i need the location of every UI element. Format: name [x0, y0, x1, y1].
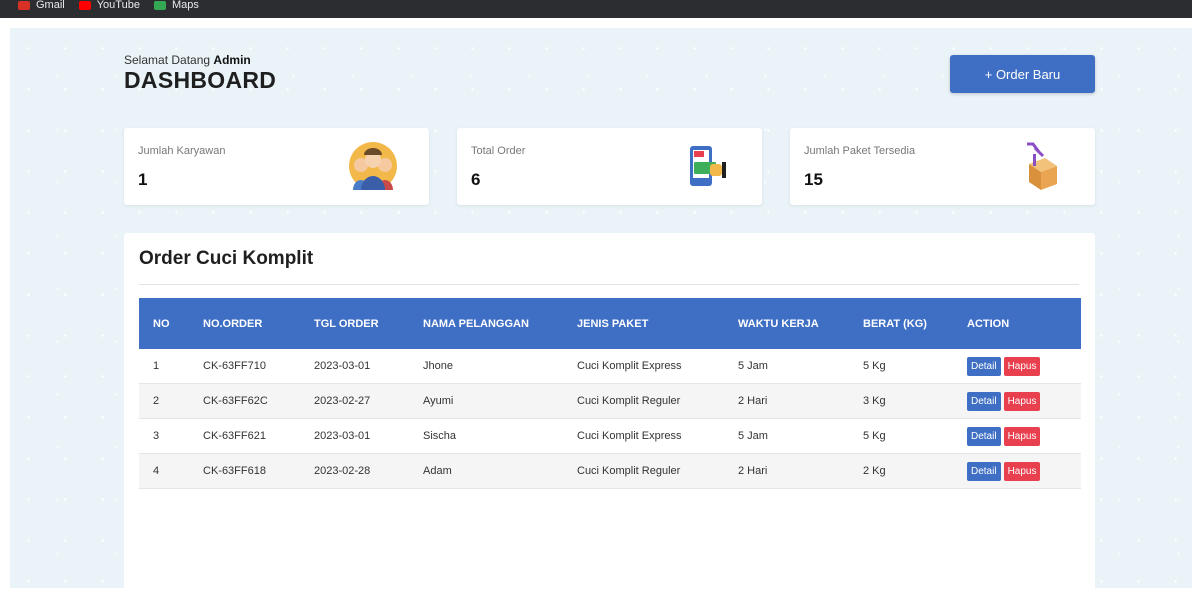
order-payment-icon	[690, 146, 726, 186]
delete-button[interactable]: Hapus	[1003, 356, 1041, 376]
cell-paket: Cuci Komplit Express	[563, 418, 724, 454]
welcome-prefix: Selamat Datang	[124, 53, 211, 67]
bookmark-label: Maps	[171, 0, 199, 11]
cell-order: CK-63FF618	[189, 453, 300, 489]
cell-action: Detail Hapus	[953, 349, 1081, 384]
cell-berat: 5 Kg	[849, 418, 953, 454]
bookmark-gmail[interactable]: Gmail	[18, 0, 65, 11]
cell-date: 2023-03-01	[300, 418, 409, 454]
table-row: 3 CK-63FF621 2023-03-01 Sischa Cuci Komp…	[139, 418, 1081, 454]
stat-label: Total Order	[471, 145, 526, 157]
table-row: 1 CK-63FF710 2023-03-01 Jhone Cuci Kompl…	[139, 349, 1081, 384]
cell-waktu: 5 Jam	[724, 349, 849, 384]
bookmark-youtube[interactable]: YouTube	[78, 0, 140, 11]
cell-action: Detail Hapus	[953, 418, 1081, 454]
cell-date: 2023-03-01	[300, 349, 409, 384]
orders-table: NO NO.ORDER TGL ORDER NAMA PELANGGAN JEN…	[139, 298, 1081, 489]
stat-value: 1	[138, 170, 148, 189]
new-order-button[interactable]: + Order Baru	[950, 55, 1095, 93]
cell-waktu: 2 Hari	[724, 453, 849, 489]
cell-name: Sischa	[409, 418, 563, 454]
column-header: NO.ORDER	[203, 317, 263, 330]
cell-order: CK-63FF621	[189, 418, 300, 454]
cell-action: Detail Hapus	[953, 453, 1081, 489]
column-header: NO	[153, 317, 170, 330]
cell-berat: 5 Kg	[849, 349, 953, 384]
delete-button[interactable]: Hapus	[1003, 391, 1041, 411]
cell-no: 4	[139, 453, 189, 489]
cell-paket: Cuci Komplit Express	[563, 349, 724, 384]
page-title: DASHBOARD	[124, 67, 277, 93]
cell-date: 2023-02-28	[300, 453, 409, 489]
welcome-text: Selamat Datang Admin	[124, 53, 251, 67]
bookmark-label: Gmail	[36, 0, 65, 11]
stat-card-employees: Jumlah Karyawan 1	[124, 128, 429, 205]
divider	[139, 284, 1079, 285]
package-trolley-icon	[1027, 142, 1057, 190]
table-row: 4 CK-63FF618 2023-02-28 Adam Cuci Kompli…	[139, 453, 1081, 489]
table-header-row: NO NO.ORDER TGL ORDER NAMA PELANGGAN JEN…	[139, 298, 1081, 349]
column-header: ACTION	[967, 317, 1010, 330]
column-header: TGL ORDER	[314, 317, 379, 330]
user-name: Admin	[213, 53, 251, 67]
cell-waktu: 5 Jam	[724, 418, 849, 454]
orders-panel: Order Cuci Komplit NO NO.ORDER TGL ORDER…	[124, 233, 1095, 593]
bookmark-label: YouTube	[96, 0, 140, 11]
detail-button[interactable]: Detail	[967, 461, 1001, 481]
column-header: WAKTU KERJA	[738, 317, 819, 330]
detail-button[interactable]: Detail	[967, 426, 1001, 446]
employees-icon	[349, 142, 397, 190]
maps-icon	[153, 0, 166, 10]
detail-button[interactable]: Detail	[967, 356, 1001, 376]
cell-no: 3	[139, 418, 189, 454]
cell-name: Ayumi	[409, 383, 563, 419]
stat-value: 15	[804, 170, 823, 189]
left-gutter	[0, 18, 10, 588]
cell-name: Jhone	[409, 349, 563, 384]
cell-order: CK-63FF62C	[189, 383, 300, 419]
youtube-icon	[78, 0, 91, 10]
cell-date: 2023-02-27	[300, 383, 409, 419]
cell-berat: 3 Kg	[849, 383, 953, 419]
gmail-icon	[18, 0, 30, 10]
cell-paket: Cuci Komplit Reguler	[563, 383, 724, 419]
bookmark-maps[interactable]: Maps	[153, 0, 199, 11]
bookmarks-bar: Gmail YouTube Maps	[0, 0, 1192, 18]
cell-no: 2	[139, 383, 189, 419]
cell-paket: Cuci Komplit Reguler	[563, 453, 724, 489]
cell-action: Detail Hapus	[953, 383, 1081, 419]
column-header: JENIS PAKET	[577, 317, 649, 330]
cell-no: 1	[139, 349, 189, 384]
cell-order: CK-63FF710	[189, 349, 300, 384]
panel-title: Order Cuci Komplit	[139, 248, 314, 269]
column-header: NAMA PELANGGAN	[423, 317, 529, 330]
cell-waktu: 2 Hari	[724, 383, 849, 419]
stat-value: 6	[471, 170, 481, 189]
cell-name: Adam	[409, 453, 563, 489]
cell-berat: 2 Kg	[849, 453, 953, 489]
delete-button[interactable]: Hapus	[1003, 426, 1041, 446]
stat-label: Jumlah Paket Tersedia	[804, 145, 916, 157]
table-row: 2 CK-63FF62C 2023-02-27 Ayumi Cuci Kompl…	[139, 383, 1081, 419]
detail-button[interactable]: Detail	[967, 391, 1001, 411]
delete-button[interactable]: Hapus	[1003, 461, 1041, 481]
stat-label: Jumlah Karyawan	[138, 145, 226, 157]
stat-card-orders: Total Order 6	[457, 128, 762, 205]
column-header: BERAT (KG)	[863, 317, 927, 330]
stat-card-packages: Jumlah Paket Tersedia 15	[790, 128, 1095, 205]
